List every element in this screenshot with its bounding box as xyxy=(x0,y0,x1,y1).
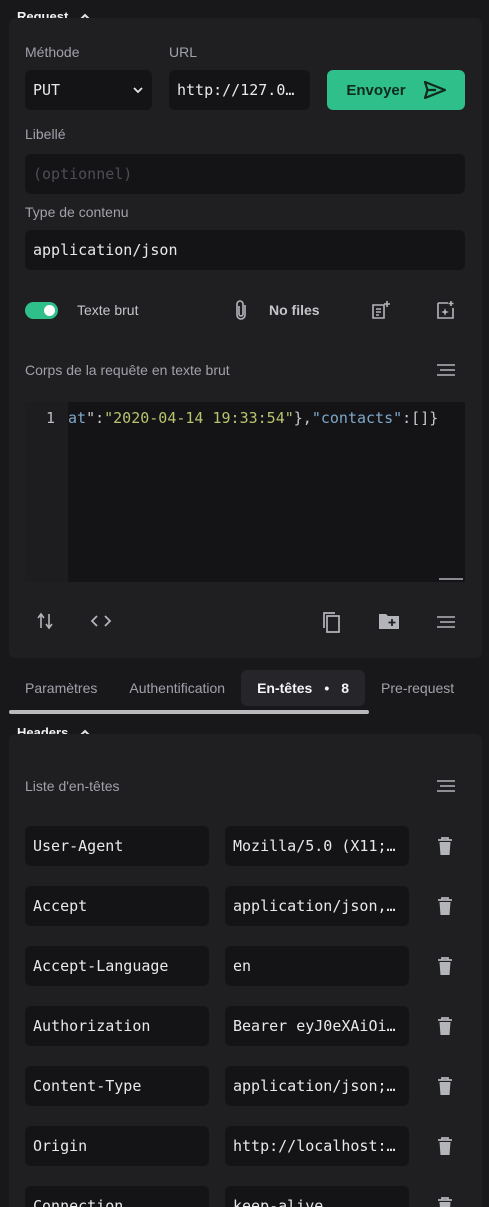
header-value-input[interactable]: application/json, text/plain xyxy=(225,886,409,926)
header-key-input[interactable]: Content-Type xyxy=(25,1066,209,1106)
tab-pre-request-label: Pre-request xyxy=(381,680,455,696)
body-label: Corps de la requête en texte brut xyxy=(25,362,230,378)
content-type-input[interactable]: application/json xyxy=(25,230,465,270)
tab-parametres-label: Paramètres xyxy=(25,680,98,696)
code-brackets-icon[interactable] xyxy=(89,611,113,631)
libelle-placeholder: (optionnel) xyxy=(33,165,133,183)
header-key-input[interactable]: Authorization xyxy=(25,1006,209,1046)
header-key: Origin xyxy=(33,1137,88,1155)
header-value-input[interactable]: http://localhost:8080 xyxy=(225,1126,409,1166)
header-key: Connection xyxy=(33,1197,124,1207)
header-row: Accept-Language en xyxy=(25,946,465,986)
code-token: :[]} xyxy=(402,409,439,427)
copy-icon[interactable] xyxy=(321,610,343,634)
header-value: http://localhost:8080 xyxy=(233,1137,401,1155)
url-label: URL xyxy=(169,44,198,60)
format-lines-icon-3[interactable] xyxy=(435,778,457,794)
libelle-label: Libellé xyxy=(25,126,66,142)
header-value-input[interactable]: Mozilla/5.0 (X11; Linux x86_64) xyxy=(225,826,409,866)
code-token: at xyxy=(68,409,87,427)
header-value-input[interactable]: Bearer eyJ0eXAiOiJKV1QiLCJhbGciOi xyxy=(225,1006,409,1046)
method-value: PUT xyxy=(33,81,61,99)
header-row: Origin http://localhost:8080 xyxy=(25,1126,465,1166)
header-value: application/json;charset=utf-8 xyxy=(233,1077,401,1095)
header-value-input[interactable]: application/json;charset=utf-8 xyxy=(225,1066,409,1106)
sparkle-add-icon[interactable] xyxy=(435,299,457,321)
header-key: Accept-Language xyxy=(33,957,169,975)
header-key-input[interactable]: Accept-Language xyxy=(25,946,209,986)
resize-handle[interactable] xyxy=(439,576,463,580)
header-value-input[interactable]: en xyxy=(225,946,409,986)
editor-gutter: 1 xyxy=(25,402,68,582)
header-value: en xyxy=(233,957,252,975)
body-editor[interactable]: 1 at":"2020-04-14 19:33:54"},"contacts":… xyxy=(25,402,465,582)
content-type-label: Type de contenu xyxy=(25,204,129,220)
files-label: No files xyxy=(269,302,320,318)
header-row: Authorization Bearer eyJ0eXAiOiJKV1QiLCJh… xyxy=(25,1006,465,1046)
tab-en-tetes[interactable]: En-têtes • 8 xyxy=(241,670,366,706)
header-row: User-Agent Mozilla/5.0 (X11; Linux x86_64… xyxy=(25,826,465,866)
trash-icon[interactable] xyxy=(435,1076,455,1096)
header-value: application/json, text/plain xyxy=(233,897,401,915)
sort-arrows-icon[interactable] xyxy=(35,611,55,631)
headers-list-label: Liste d'en-têtes xyxy=(25,778,120,794)
header-value: Mozilla/5.0 (X11; Linux x86_64) xyxy=(233,837,401,855)
code-token: }, xyxy=(293,409,312,427)
format-lines-icon[interactable] xyxy=(435,361,457,379)
header-key: Content-Type xyxy=(33,1077,142,1095)
trash-icon[interactable] xyxy=(435,896,455,916)
trash-icon[interactable] xyxy=(435,956,455,976)
header-value: Bearer eyJ0eXAiOiJKV1QiLCJhbGciOi xyxy=(233,1017,401,1035)
header-value-input[interactable]: keep-alive xyxy=(225,1186,409,1207)
method-select[interactable]: PUT xyxy=(25,70,152,110)
url-value: http://127.0.0.1:8000/api/candidates/1 xyxy=(177,81,302,99)
header-key-input[interactable]: User-Agent xyxy=(25,826,209,866)
header-key: Authorization xyxy=(33,1017,151,1035)
libelle-input[interactable]: (optionnel) xyxy=(25,154,465,194)
chevron-down-icon xyxy=(133,87,143,94)
method-label: Méthode xyxy=(25,44,80,60)
insert-note-icon[interactable] xyxy=(370,299,392,321)
tab-authentification-label: Authentification xyxy=(129,680,226,696)
raw-text-label: Texte brut xyxy=(77,302,139,318)
header-key-input[interactable]: Connection xyxy=(25,1186,209,1207)
tabs-scrollbar[interactable] xyxy=(9,710,369,714)
header-key: Accept xyxy=(33,897,88,915)
url-input[interactable]: http://127.0.0.1:8000/api/candidates/1 xyxy=(169,70,310,110)
trash-icon[interactable] xyxy=(435,1136,455,1156)
send-button-label: Envoyer xyxy=(346,81,406,99)
header-row: Content-Type application/json;charset=utf… xyxy=(25,1066,465,1106)
trash-icon[interactable] xyxy=(435,1016,455,1036)
header-key: User-Agent xyxy=(33,837,124,855)
code-token: : xyxy=(95,409,105,427)
folder-add-icon[interactable] xyxy=(378,611,400,631)
format-lines-icon-2[interactable] xyxy=(435,614,457,630)
tab-en-tetes-count: 8 xyxy=(341,680,350,696)
header-key-input[interactable]: Origin xyxy=(25,1126,209,1166)
code-line: at":"2020-04-14 19:33:54"},"contacts":[]… xyxy=(68,409,438,427)
request-tabs: Paramètres Authentification En-têtes • 8… xyxy=(9,670,489,706)
content-type-value: application/json xyxy=(33,241,178,259)
header-row: Accept application/json, text/plain xyxy=(25,886,465,926)
tab-en-tetes-label: En-têtes xyxy=(257,680,313,696)
tab-parametres[interactable]: Paramètres xyxy=(9,670,113,706)
code-token: " xyxy=(86,409,96,427)
send-icon xyxy=(423,81,446,99)
header-row: Connection keep-alive xyxy=(25,1186,465,1207)
paperclip-icon[interactable] xyxy=(230,299,252,321)
trash-icon[interactable] xyxy=(435,836,455,856)
code-token: "contacts" xyxy=(311,409,403,427)
trash-icon[interactable] xyxy=(435,1196,455,1207)
tab-pre-request[interactable]: Pre-request xyxy=(365,670,470,706)
header-value: keep-alive xyxy=(233,1197,324,1207)
send-button[interactable]: Envoyer xyxy=(327,70,465,110)
code-token: "2020-04-14 19:33:54" xyxy=(104,409,294,427)
line-number: 1 xyxy=(45,409,55,427)
header-key-input[interactable]: Accept xyxy=(25,886,209,926)
raw-text-toggle[interactable] xyxy=(25,302,58,319)
tab-separator-dot: • xyxy=(324,680,330,696)
tab-authentification[interactable]: Authentification xyxy=(113,670,241,706)
